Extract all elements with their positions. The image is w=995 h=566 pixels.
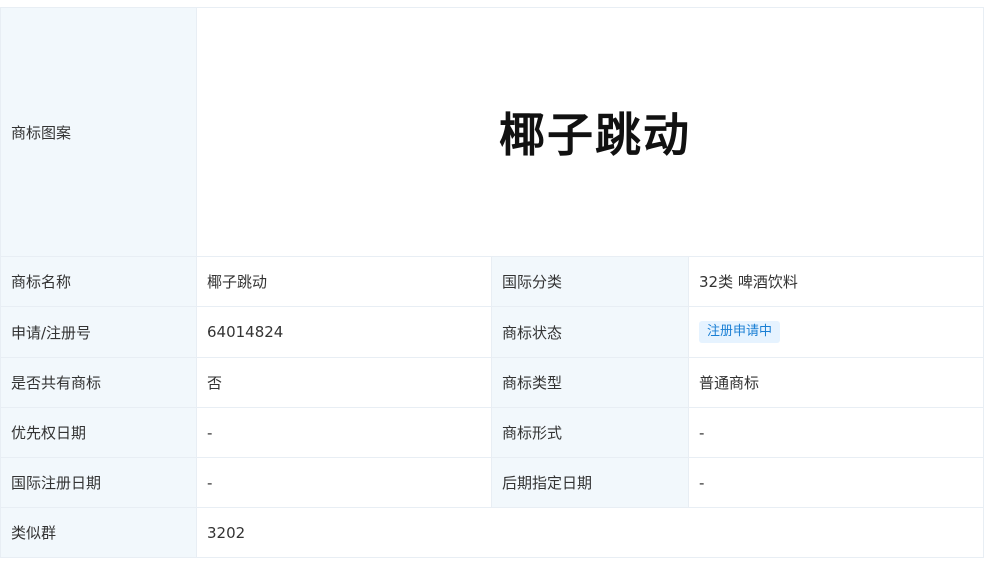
trademark-type-label: 商标类型	[491, 357, 689, 408]
subsequent-designation-date-label: 后期指定日期	[491, 457, 689, 508]
logo-label: 商标图案	[0, 7, 197, 257]
table-row: 类似群 3202	[0, 507, 985, 558]
intl-registration-date-label: 国际注册日期	[0, 457, 197, 508]
registration-number-label: 申请/注册号	[0, 306, 197, 358]
registration-number-value: 64014824	[196, 306, 492, 358]
intl-class-value: 32类 啤酒饮料	[687, 256, 985, 307]
trademark-status-cell: 注册申请中	[687, 306, 985, 358]
shared-trademark-value: 否	[196, 357, 492, 408]
trademark-detail-panel: 商标图案 椰子跳动 商标名称 椰子跳动 国际分类 32类 啤酒饮料 申请/注册号…	[0, 7, 985, 558]
shared-trademark-label: 是否共有商标	[0, 357, 197, 408]
priority-date-label: 优先权日期	[0, 407, 197, 458]
table-row: 优先权日期 - 商标形式 -	[0, 407, 985, 458]
trademark-type-value: 普通商标	[687, 357, 985, 408]
trademark-status-label: 商标状态	[491, 306, 689, 358]
trademark-name-label: 商标名称	[0, 256, 197, 307]
similar-group-label: 类似群	[0, 507, 197, 558]
subsequent-designation-date-value: -	[687, 457, 985, 508]
table-row: 商标名称 椰子跳动 国际分类 32类 啤酒饮料	[0, 256, 985, 307]
trademark-info-table: 商标图案 椰子跳动 商标名称 椰子跳动 国际分类 32类 啤酒饮料 申请/注册号…	[0, 7, 985, 558]
trademark-logo-image: 椰子跳动	[195, 7, 985, 257]
priority-date-value: -	[196, 407, 492, 458]
trademark-logo-text: 椰子跳动	[499, 108, 692, 162]
table-row: 是否共有商标 否 商标类型 普通商标	[0, 357, 985, 408]
intl-registration-date-value: -	[196, 457, 492, 508]
table-row: 国际注册日期 - 后期指定日期 -	[0, 457, 985, 508]
similar-group-value: 3202	[195, 507, 985, 558]
status-badge: 注册申请中	[699, 321, 781, 343]
trademark-form-label: 商标形式	[491, 407, 689, 458]
trademark-name-value: 椰子跳动	[196, 256, 492, 307]
logo-row: 商标图案 椰子跳动	[0, 7, 985, 257]
trademark-form-value: -	[687, 407, 985, 458]
intl-class-label: 国际分类	[491, 256, 689, 307]
table-row: 申请/注册号 64014824 商标状态 注册申请中	[0, 306, 985, 358]
